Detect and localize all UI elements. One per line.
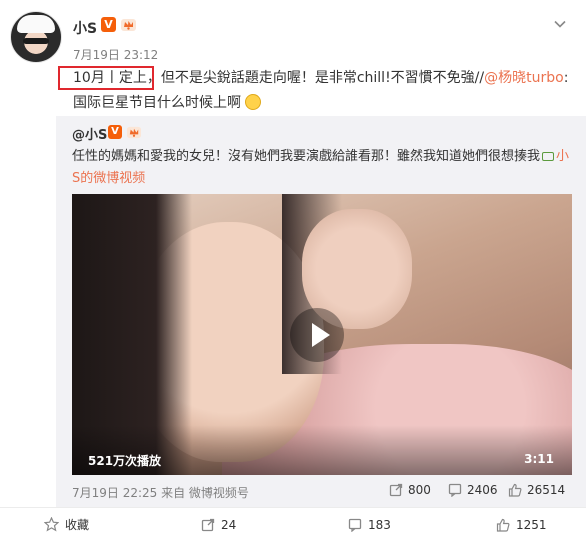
- play-icon[interactable]: [290, 308, 344, 362]
- weibo-post-card: 小S V 7月19日 23:12 10月丨定上，但不是尖銳話題走向喔！是非常ch…: [0, 0, 586, 542]
- like-icon: [496, 518, 510, 532]
- video-views: 521万次播放: [88, 454, 162, 468]
- post-username[interactable]: 小S: [73, 18, 97, 38]
- post-text-body: ，但不是尖銳話題走向喔！是非常chill!不習慣不免強//: [146, 70, 485, 86]
- forward-count: 24: [221, 518, 237, 532]
- avatar-glasses: [23, 38, 49, 44]
- forward-icon: [389, 483, 403, 497]
- repost-username[interactable]: @小S: [72, 124, 107, 143]
- repost-forward-count: 800: [408, 483, 431, 497]
- repost-like-count: 26514: [527, 483, 566, 497]
- repost-container[interactable]: @小S V 任性的媽媽和愛我的女兒！沒有她們我要演戲給誰看那！雖然我知道她們很想…: [56, 116, 586, 507]
- comment-icon: [448, 483, 462, 498]
- repost-meta[interactable]: 7月19日 22:25 来自 微博视频号: [72, 484, 249, 501]
- repost-comment-count: 2406: [467, 483, 498, 497]
- favorite-button[interactable]: 收藏: [43, 508, 90, 543]
- avatar[interactable]: [10, 11, 62, 63]
- repost-comment-button[interactable]: 2406: [448, 483, 498, 498]
- repost-like-button[interactable]: 26514: [508, 483, 565, 497]
- forward-button[interactable]: 24: [201, 508, 236, 543]
- chevron-down-icon[interactable]: [553, 17, 567, 31]
- post-time[interactable]: 7月19日 23:12: [73, 46, 158, 63]
- repost-text: 任性的媽媽和愛我的女兒！沒有她們我要演戲給誰看那！雖然我知道她們很想揍我 小S的微…: [72, 146, 572, 190]
- favorite-icon: [43, 516, 60, 532]
- comment-button[interactable]: 183: [348, 508, 391, 543]
- video-player[interactable]: 521万次播放 3:11: [72, 194, 572, 475]
- action-bar: 收藏 24 183 1251: [0, 507, 586, 543]
- verified-icon: V: [108, 125, 122, 139]
- comment-icon: [348, 518, 362, 533]
- mention-link[interactable]: @杨晓turbo: [484, 70, 564, 86]
- crown-icon: [121, 19, 136, 31]
- repost-forward-button[interactable]: 800: [389, 483, 431, 497]
- forward-icon: [201, 518, 215, 532]
- comment-count: 183: [368, 518, 391, 532]
- crown-icon: [126, 126, 142, 139]
- video-duration: 3:11: [524, 452, 554, 466]
- avatar-hat: [17, 15, 55, 33]
- like-count: 1251: [516, 518, 547, 532]
- red-highlight-box: [58, 66, 154, 90]
- video-link-icon: [542, 152, 555, 161]
- verified-icon: V: [101, 17, 116, 32]
- repost-text-body: 任性的媽媽和愛我的女兒！沒有她們我要演戲給誰看那！雖然我知道她們很想揍我: [72, 149, 541, 164]
- like-icon: [508, 483, 522, 497]
- favorite-label: 收藏: [65, 518, 90, 532]
- emoji-icon: [245, 94, 262, 110]
- like-button[interactable]: 1251: [496, 508, 547, 543]
